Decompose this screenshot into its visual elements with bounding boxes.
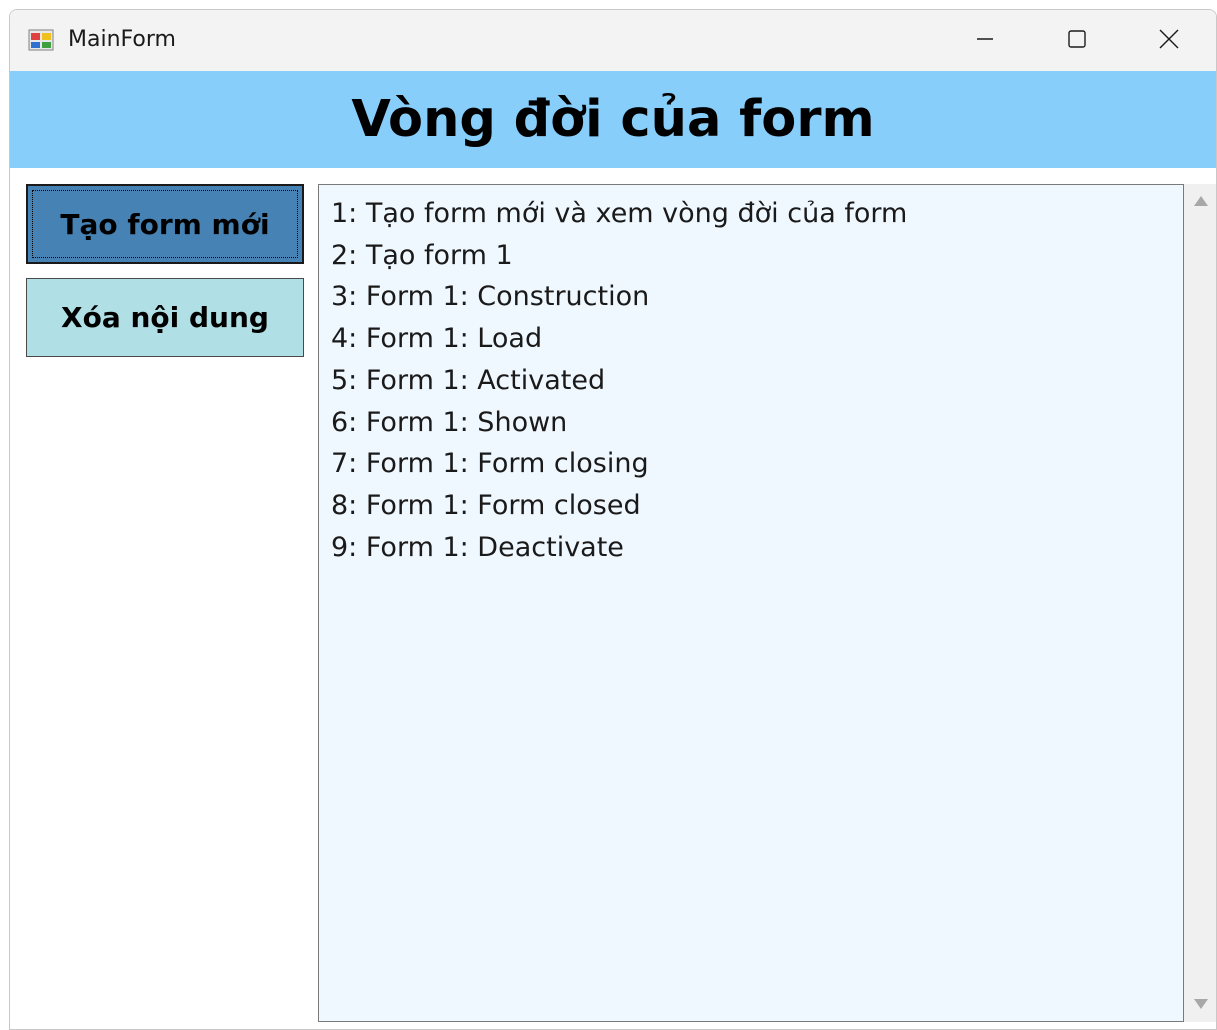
- clear-content-button[interactable]: Xóa nội dung: [26, 278, 304, 357]
- list-item[interactable]: 3: Form 1: Construction: [331, 276, 1183, 318]
- vertical-scrollbar[interactable]: [1184, 184, 1216, 1022]
- maximize-icon: [1067, 29, 1087, 53]
- minimize-icon: [975, 29, 995, 53]
- close-icon: [1159, 29, 1179, 53]
- minimize-button[interactable]: [939, 10, 1031, 71]
- page-title: Vòng đời của form: [351, 90, 875, 149]
- list-item[interactable]: 7: Form 1: Form closing: [331, 443, 1183, 485]
- scroll-down-button[interactable]: [1184, 994, 1216, 1014]
- scroll-up-arrow-icon: [1193, 192, 1209, 212]
- clear-content-button-label: Xóa nội dung: [61, 301, 269, 334]
- list-item[interactable]: 9: Form 1: Deactivate: [331, 527, 1183, 569]
- scroll-up-button[interactable]: [1184, 192, 1216, 212]
- lifecycle-log-listbox[interactable]: 1: Tạo form mới và xem vòng đời của form…: [318, 184, 1184, 1022]
- close-button[interactable]: [1123, 10, 1215, 71]
- list-item[interactable]: 5: Form 1: Activated: [331, 360, 1183, 402]
- list-item[interactable]: 6: Form 1: Shown: [331, 402, 1183, 444]
- list-item[interactable]: 4: Form 1: Load: [331, 318, 1183, 360]
- window-title: MainForm: [68, 27, 176, 52]
- scroll-down-arrow-icon: [1193, 995, 1209, 1014]
- focus-rectangle: [32, 190, 298, 258]
- winforms-app-icon: [28, 27, 54, 53]
- maximize-button[interactable]: [1031, 10, 1123, 71]
- list-item[interactable]: 2: Tạo form 1: [331, 235, 1183, 277]
- header-banner: Vòng đời của form: [10, 71, 1216, 168]
- list-item[interactable]: 8: Form 1: Form closed: [331, 485, 1183, 527]
- create-form-button[interactable]: Tạo form mới: [26, 184, 304, 264]
- main-window: MainForm Vòng đời của form Tạo form mới …: [9, 9, 1217, 1030]
- list-item[interactable]: 1: Tạo form mới và xem vòng đời của form: [331, 193, 1183, 235]
- title-bar[interactable]: MainForm: [10, 10, 1216, 71]
